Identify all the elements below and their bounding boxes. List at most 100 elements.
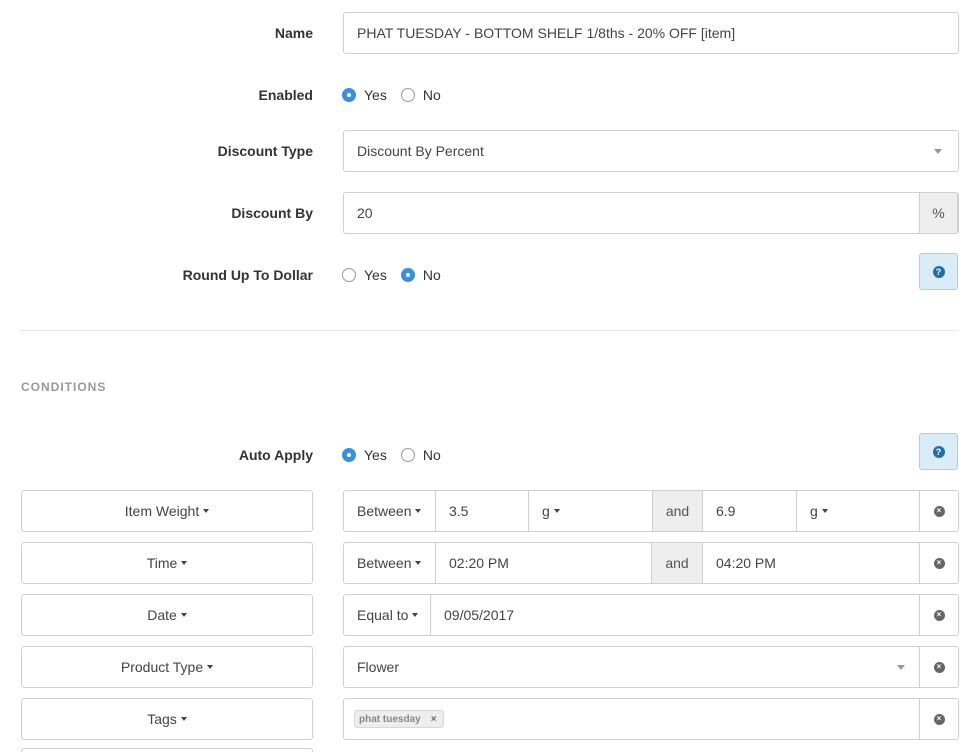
operator-dropdown[interactable]: Between [344,491,436,531]
condition-field-tags[interactable]: Tags [21,698,313,740]
auto-apply-no-label[interactable]: No [423,447,441,463]
close-circle-icon: × [933,661,945,673]
auto-apply-label: Auto Apply [238,447,313,463]
caret-down-icon [415,509,422,513]
condition-field-date[interactable]: Date [21,594,313,636]
conditions-title: CONDITIONS [21,380,107,394]
caret-down-icon [821,509,828,513]
date-value: 09/05/2017 [444,607,515,623]
max-weight-input[interactable]: 6.9 [703,491,797,531]
name-label: Name [274,25,313,41]
max-weight-value: 6.9 [716,503,736,519]
product-type-value: Flower [357,659,400,675]
discount-by-label: Discount By [231,205,313,221]
auto-apply-yes-label[interactable]: Yes [364,447,387,463]
auto-apply-radio-group: Yes No [342,447,455,463]
chevron-down-icon [897,665,905,670]
caret-down-icon [181,561,188,565]
max-unit-dropdown[interactable]: g [797,491,919,531]
tags-input[interactable]: phat tuesday × [344,699,919,739]
remove-condition-button[interactable]: × [919,699,958,739]
end-time-value: 04:20 PM [716,555,776,571]
condition-row-tags: phat tuesday × × [343,698,959,740]
discount-by-value: 20 [357,205,373,221]
round-yes-label[interactable]: Yes [364,267,387,283]
condition-row-item-weight: Between 3.5 g and 6.9 g × [343,490,959,532]
percent-addon: % [919,193,958,233]
product-type-select[interactable]: Flower [344,647,919,687]
start-time-input[interactable]: 02:20 PM [436,543,652,583]
start-time-value: 02:20 PM [449,555,509,571]
enabled-label: Enabled [258,87,313,103]
section-divider [20,330,958,331]
condition-row-product-type: Flower × [343,646,959,688]
condition-field-next[interactable] [21,748,313,752]
and-addon: and [652,543,703,583]
discount-type-value: Discount By Percent [357,143,484,159]
caret-down-icon [415,561,422,565]
chevron-down-icon [934,149,942,154]
enabled-radio-group: Yes No [342,87,455,103]
question-circle-icon: ? [932,265,945,278]
question-circle-icon: ? [932,445,945,458]
condition-field-label: Time [146,555,178,571]
close-circle-icon: × [933,713,945,725]
discount-by-input[interactable]: 20 [344,193,919,233]
min-weight-input[interactable]: 3.5 [436,491,529,531]
name-input-value: PHAT TUESDAY - BOTTOM SHELF 1/8ths - 20%… [357,25,736,41]
remove-condition-button[interactable]: × [919,647,958,687]
remove-condition-button[interactable]: × [919,491,958,531]
and-addon: and [653,491,703,531]
tag-label: phat tuesday [359,713,421,725]
caret-down-icon [180,613,187,617]
condition-field-time[interactable]: Time [21,542,313,584]
operator-label: Between [357,555,412,571]
round-up-label: Round Up To Dollar [182,267,313,283]
operator-label: Equal to [357,607,409,623]
condition-field-product-type[interactable]: Product Type [21,646,313,688]
date-input[interactable]: 09/05/2017 [431,595,919,635]
caret-down-icon [553,509,560,513]
unit-label: g [542,503,550,519]
caret-down-icon [207,665,214,669]
enabled-yes-label[interactable]: Yes [364,87,387,103]
round-up-help-button[interactable]: ? [919,253,958,290]
condition-field-label: Date [147,607,177,623]
operator-label: Between [357,503,412,519]
round-yes-radio[interactable] [342,268,356,282]
discount-by-group: 20 % [343,192,959,234]
caret-down-icon [180,717,187,721]
close-circle-icon: × [933,505,945,517]
auto-apply-yes-radio[interactable] [342,448,356,462]
condition-field-label: Tags [147,711,177,727]
end-time-input[interactable]: 04:20 PM [703,543,919,583]
operator-dropdown[interactable]: Equal to [344,595,431,635]
min-weight-value: 3.5 [449,503,469,519]
enabled-no-radio[interactable] [400,88,415,102]
min-unit-dropdown[interactable]: g [529,491,653,531]
remove-condition-button[interactable]: × [919,595,958,635]
round-no-label[interactable]: No [423,267,441,283]
discount-type-label: Discount Type [217,143,313,159]
round-up-radio-group: Yes No [342,267,455,283]
operator-dropdown[interactable]: Between [344,543,436,583]
condition-row-date: Equal to 09/05/2017 × [343,594,959,636]
remove-condition-button[interactable]: × [919,543,958,583]
enabled-no-label[interactable]: No [423,87,441,103]
condition-row-time: Between 02:20 PM and 04:20 PM × [343,542,959,584]
condition-field-label: Product Type [120,659,204,675]
enabled-yes-radio[interactable] [342,88,356,102]
tag-remove-icon[interactable]: × [431,714,437,725]
tag-chip: phat tuesday × [354,710,444,728]
discount-type-select[interactable]: Discount By Percent [343,130,959,172]
caret-down-icon [412,613,419,617]
close-circle-icon: × [933,609,945,621]
close-circle-icon: × [933,557,945,569]
round-no-radio[interactable] [400,268,415,282]
name-input[interactable]: PHAT TUESDAY - BOTTOM SHELF 1/8ths - 20%… [343,12,959,54]
condition-field-item-weight[interactable]: Item Weight [21,490,313,532]
caret-down-icon [203,509,210,513]
auto-apply-no-radio[interactable] [400,448,415,462]
unit-label: g [810,503,818,519]
auto-apply-help-button[interactable]: ? [919,433,958,470]
